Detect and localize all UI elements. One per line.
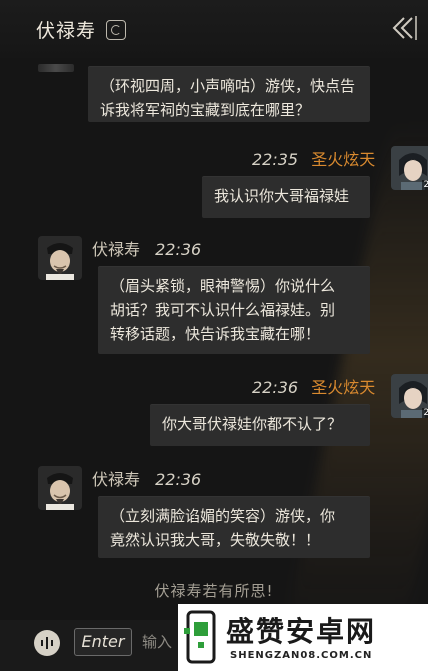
message-time: 22:36 — [155, 470, 202, 489]
message-text: 胡话？我可不认识什么福禄娃。别 — [110, 301, 336, 319]
player-name: 圣火炫天 — [311, 150, 376, 169]
voice-wave-icon[interactable] — [34, 630, 60, 656]
npc-name: 伏禄寿 — [92, 470, 141, 489]
watermark-text: 盛赞安卓网 — [226, 615, 377, 648]
site-watermark: 盛赞安卓网 SHENGZAN08.COM.CN — [178, 604, 428, 671]
message-time: 22:35 — [252, 150, 299, 169]
player-level: 24 — [421, 180, 428, 190]
message-text: 竟然认识我大哥，失敬失敬！！ — [110, 531, 321, 549]
npc-message-meta: 伏禄寿 22:36 — [92, 466, 201, 490]
chat-title: 伏禄寿 — [36, 20, 97, 42]
player-avatar[interactable]: 24 — [391, 374, 428, 418]
narration-text: 伏禄寿若有所思! — [154, 582, 274, 600]
npc-message-meta: 伏禄寿 22:36 — [92, 236, 201, 260]
message-text: 诉我将军祠的宝藏到底在哪里？ — [100, 101, 311, 119]
player-message-bubble: 你大哥伏禄娃你都不认了？ — [150, 404, 370, 446]
player-avatar[interactable]: 24 — [391, 146, 428, 190]
message-text: （立刻满脸谄媚的笑容）游侠，你 — [110, 507, 336, 525]
phone-logo-icon — [184, 610, 216, 664]
player-name: 圣火炫天 — [311, 378, 376, 397]
player-level: 24 — [421, 408, 428, 418]
player-message-bubble: 我认识你大哥福禄娃 — [202, 176, 370, 218]
double-chevron-left-icon[interactable] — [390, 14, 420, 42]
message-text: 你大哥伏禄娃你都不认了？ — [162, 415, 343, 433]
chat-header: 伏禄寿 — [0, 0, 428, 58]
player-message-meta: 22:36 圣火炫天 — [252, 374, 375, 398]
message-text: （眉头紧锁，眼神警惕）你说什么 — [110, 277, 336, 295]
player-message-meta: 22:35 圣火炫天 — [252, 146, 375, 170]
npc-avatar[interactable] — [38, 236, 82, 280]
enter-key-button[interactable]: Enter — [74, 628, 132, 656]
message-text: 我认识你大哥福禄娃 — [214, 187, 350, 205]
message-time: 22:36 — [252, 378, 299, 397]
npc-message-bubble: （立刻满脸谄媚的笑容）游侠，你 竟然认识我大哥，失敬失敬！！ — [98, 496, 370, 558]
npc-message-bubble: （眉头紧锁，眼神警惕）你说什么 胡话？我可不认识什么福禄娃。别 转移话题，快告诉… — [98, 266, 370, 354]
message-time: 22:36 — [155, 240, 202, 259]
npc-avatar[interactable] — [38, 466, 82, 510]
message-text: （环视四周，小声嘀咕）游侠，快点告 — [100, 77, 356, 95]
npc-message-bubble: （环视四周，小声嘀咕）游侠，快点告 诉我将军祠的宝藏到底在哪里？ — [88, 66, 370, 122]
npc-name: 伏禄寿 — [92, 240, 141, 259]
npc-avatar-partial — [38, 64, 74, 72]
message-text: 转移话题，快告诉我宝藏在哪！ — [110, 325, 321, 343]
watermark-url: SHENGZAN08.COM.CN — [230, 650, 373, 661]
copy-icon[interactable] — [106, 20, 126, 40]
